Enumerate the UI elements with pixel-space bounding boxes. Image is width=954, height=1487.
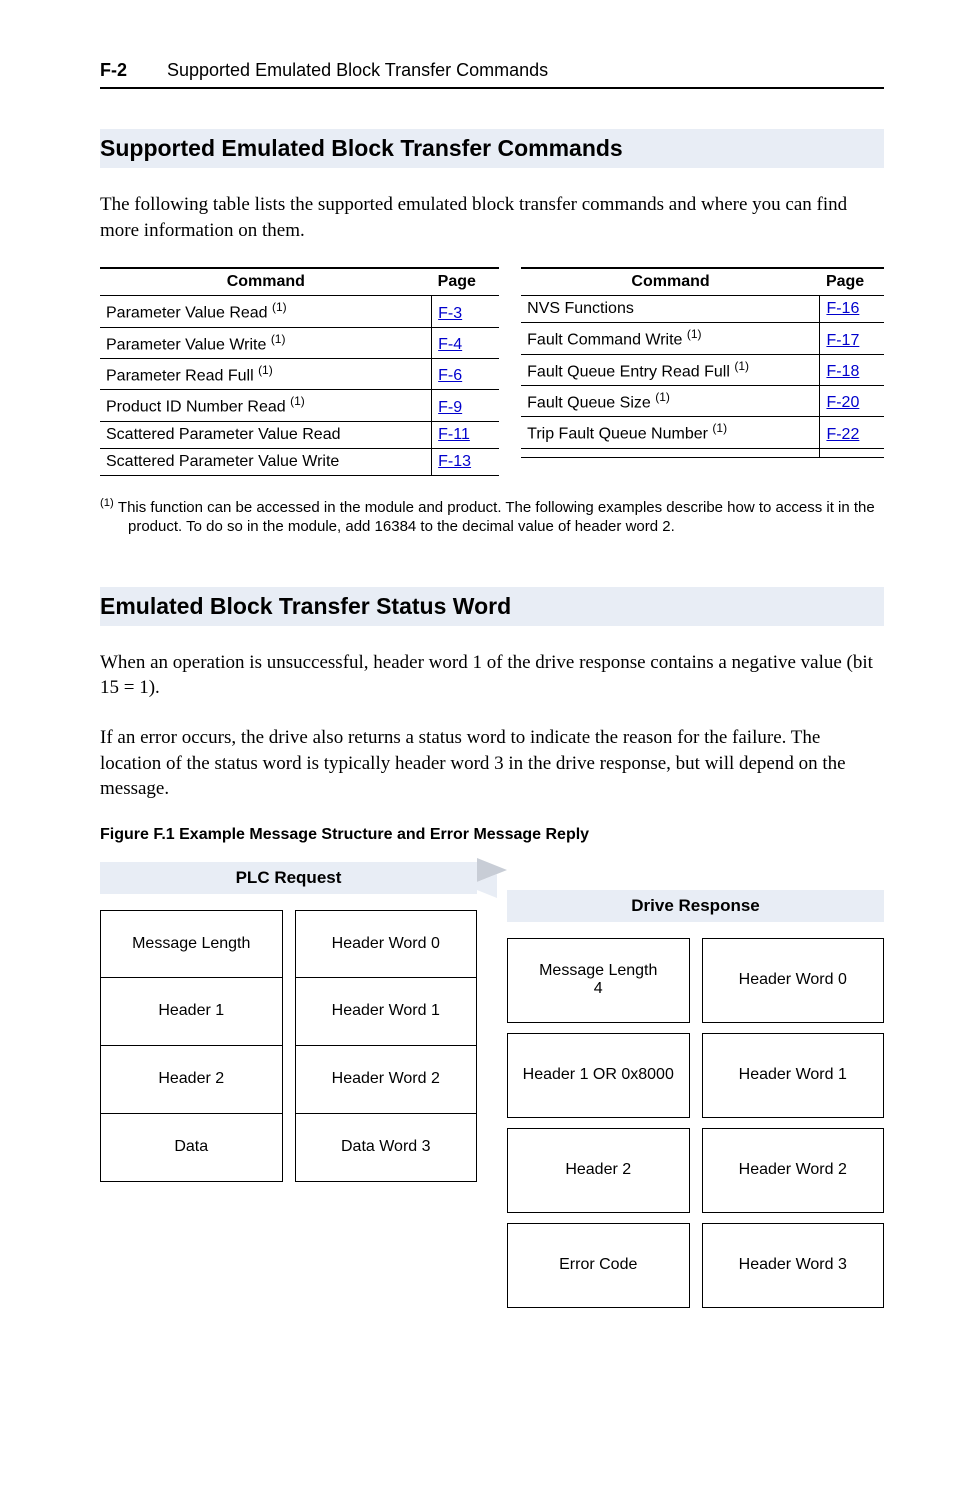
table-row: Fault Command Write (1) F-17 xyxy=(521,323,884,354)
table-row: Parameter Value Write (1) F-4 xyxy=(100,327,499,358)
page-cell: F-16 xyxy=(820,296,884,323)
diagram-box: Header 1 OR 0x8000 xyxy=(507,1033,690,1118)
arrows-icon xyxy=(467,858,519,898)
commands-table-right: Command Page NVS Functions F-16 Fault Comm… xyxy=(521,267,884,457)
diagram-box: Header Word 1 xyxy=(295,978,478,1046)
page-link[interactable]: F-22 xyxy=(826,426,859,443)
command-cell: Parameter Value Read (1) xyxy=(100,296,432,327)
diagram-box: Header Word 3 xyxy=(702,1223,885,1308)
table-row xyxy=(521,448,884,457)
page-link[interactable]: F-4 xyxy=(438,336,462,353)
page-cell: F-13 xyxy=(432,448,499,475)
page-link[interactable]: F-9 xyxy=(438,399,462,416)
section-heading-supported: Supported Emulated Block Transfer Comman… xyxy=(100,129,884,168)
diagram-box: Header Word 2 xyxy=(295,1046,478,1114)
page-cell: F-6 xyxy=(432,358,499,389)
command-cell xyxy=(521,448,820,457)
diagram-box: Header 2 xyxy=(507,1128,690,1213)
page-link[interactable]: F-18 xyxy=(826,363,859,380)
drive-response-label: Drive Response xyxy=(507,890,884,922)
page-link[interactable]: F-13 xyxy=(438,453,471,470)
th-command: Command xyxy=(100,268,432,296)
status-para2: If an error occurs, the drive also retur… xyxy=(100,725,884,802)
page-link[interactable]: F-6 xyxy=(438,367,462,384)
page-link[interactable]: F-16 xyxy=(826,300,859,317)
page-link[interactable]: F-17 xyxy=(826,332,859,349)
table-row: NVS Functions F-16 xyxy=(521,296,884,323)
command-cell: Fault Command Write (1) xyxy=(521,323,820,354)
table-row: Trip Fault Queue Number (1) F-22 xyxy=(521,417,884,448)
command-cell: Fault Queue Entry Read Full (1) xyxy=(521,354,820,385)
table-row: Parameter Value Read (1) F-3 xyxy=(100,296,499,327)
diagram-box: Message Length xyxy=(100,910,283,978)
diagram-box: Header 1 xyxy=(100,978,283,1046)
page-cell: F-18 xyxy=(820,354,884,385)
diagram-box: Error Code xyxy=(507,1223,690,1308)
command-cell: NVS Functions xyxy=(521,296,820,323)
page-cell: F-17 xyxy=(820,323,884,354)
message-diagram: PLC Request Message LengthHeader 1Header… xyxy=(100,862,884,1308)
table-row: Parameter Read Full (1) F-6 xyxy=(100,358,499,389)
page-link[interactable]: F-11 xyxy=(438,426,470,443)
figure-caption: Figure F.1 Example Message Structure and… xyxy=(100,826,884,844)
table-row: Scattered Parameter Value Read F-11 xyxy=(100,421,499,448)
page-cell: F-22 xyxy=(820,417,884,448)
page-cell: F-4 xyxy=(432,327,499,358)
diagram-box: Header Word 0 xyxy=(702,938,885,1023)
command-cell: Parameter Read Full (1) xyxy=(100,358,432,389)
command-cell: Scattered Parameter Value Write xyxy=(100,448,432,475)
table-row: Fault Queue Entry Read Full (1) F-18 xyxy=(521,354,884,385)
diagram-box: Header Word 2 xyxy=(702,1128,885,1213)
th-page: Page xyxy=(432,268,499,296)
command-cell: Product ID Number Read (1) xyxy=(100,390,432,421)
header-title: Supported Emulated Block Transfer Comman… xyxy=(167,60,548,81)
footnote-marker: (1) xyxy=(100,497,114,509)
diagram-box: Header 2 xyxy=(100,1046,283,1114)
plc-request-label: PLC Request xyxy=(100,862,477,894)
page-number: F-2 xyxy=(100,60,127,81)
page-cell: F-3 xyxy=(432,296,499,327)
th-command: Command xyxy=(521,268,820,296)
section-heading-status: Emulated Block Transfer Status Word xyxy=(100,587,884,626)
intro-paragraph: The following table lists the supported … xyxy=(100,192,884,243)
command-cell: Trip Fault Queue Number (1) xyxy=(521,417,820,448)
table-row: Scattered Parameter Value Write F-13 xyxy=(100,448,499,475)
page-cell: F-20 xyxy=(820,385,884,416)
footnote-text: This function can be accessed in the mod… xyxy=(118,499,875,536)
command-cell: Parameter Value Write (1) xyxy=(100,327,432,358)
table-row: Product ID Number Read (1) F-9 xyxy=(100,390,499,421)
diagram-box: Data Word 3 xyxy=(295,1114,478,1182)
diagram-box: Data xyxy=(100,1114,283,1182)
diagram-box: Header Word 0 xyxy=(295,910,478,978)
command-cell: Scattered Parameter Value Read xyxy=(100,421,432,448)
page-header: F-2 Supported Emulated Block Transfer Co… xyxy=(100,60,884,89)
commands-tables: Command Page Parameter Value Read (1) F-3… xyxy=(100,267,884,475)
page-cell: F-9 xyxy=(432,390,499,421)
command-cell: Fault Queue Size (1) xyxy=(521,385,820,416)
th-page: Page xyxy=(820,268,884,296)
page-link[interactable]: F-20 xyxy=(826,394,859,411)
commands-table-left: Command Page Parameter Value Read (1) F-3… xyxy=(100,267,499,475)
diagram-box: Message Length4 xyxy=(507,938,690,1023)
page-cell: F-11 xyxy=(432,421,499,448)
table-row: Fault Queue Size (1) F-20 xyxy=(521,385,884,416)
footnote: (1) This function can be accessed in the… xyxy=(100,496,884,537)
page-link[interactable]: F-3 xyxy=(438,305,462,322)
page-cell xyxy=(820,448,884,457)
diagram-box: Header Word 1 xyxy=(702,1033,885,1118)
status-para1: When an operation is unsuccessful, heade… xyxy=(100,650,884,701)
